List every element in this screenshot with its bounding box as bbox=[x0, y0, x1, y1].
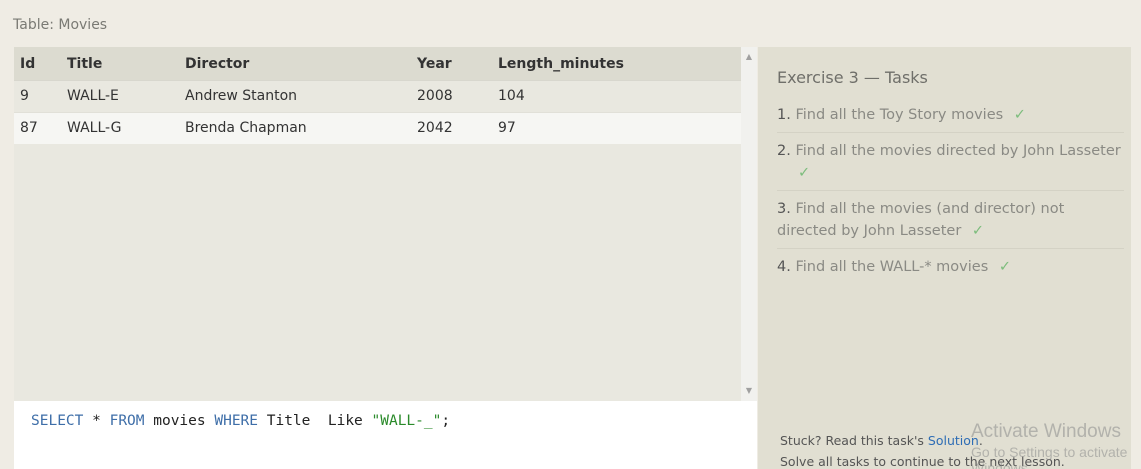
stuck-hint: Stuck? Read this task's Solution. bbox=[780, 433, 983, 448]
check-icon: ✓ bbox=[1013, 107, 1026, 123]
sql-keyword: FROM bbox=[109, 413, 145, 429]
task-number: 1. bbox=[777, 107, 791, 123]
task-label: Find all the movies directed by John Las… bbox=[795, 143, 1121, 159]
cell-year: 2008 bbox=[417, 79, 498, 112]
sql-text: movies bbox=[144, 413, 215, 429]
stuck-prefix: Stuck? Read this task's bbox=[780, 433, 928, 448]
cell-length-minutes: 97 bbox=[498, 111, 741, 144]
table-caption: Table: Movies bbox=[13, 17, 108, 33]
scroll-up-arrow-icon[interactable]: ▲ bbox=[741, 49, 757, 65]
task-number: 4. bbox=[777, 259, 791, 275]
sql-keyword: WHERE bbox=[214, 413, 259, 429]
cell-director: Andrew Stanton bbox=[185, 79, 417, 112]
cell-id: 9 bbox=[14, 79, 67, 112]
task-number: 3. bbox=[777, 201, 791, 217]
results-table-panel: Id Title Director Year Length_minutes 9 … bbox=[14, 47, 757, 401]
table-scrollbar[interactable]: ▲ ▼ bbox=[741, 47, 757, 401]
results-table: Id Title Director Year Length_minutes 9 … bbox=[14, 47, 741, 144]
sql-query-text[interactable]: SELECT * FROM movies WHERE Title Like "W… bbox=[31, 413, 450, 429]
task-item: 1. Find all the Toy Story movies ✓ bbox=[777, 101, 1124, 133]
check-icon: ✓ bbox=[798, 165, 811, 181]
scroll-down-arrow-icon[interactable]: ▼ bbox=[741, 383, 757, 399]
tasks-panel: Exercise 3 — Tasks 1. Find all the Toy S… bbox=[758, 47, 1131, 469]
column-header-id: Id bbox=[14, 47, 67, 80]
cell-title: WALL-G bbox=[67, 111, 185, 144]
table-row: 9 WALL-E Andrew Stanton 2008 104 bbox=[14, 79, 741, 112]
table-row: 87 WALL-G Brenda Chapman 2042 97 bbox=[14, 111, 741, 144]
column-header-length-minutes: Length_minutes bbox=[498, 47, 741, 80]
task-number: 2. bbox=[777, 143, 791, 159]
check-icon: ✓ bbox=[998, 259, 1012, 275]
task-item: 4. Find all the WALL-* movies ✓ bbox=[777, 253, 1124, 284]
cell-length-minutes: 104 bbox=[498, 79, 741, 112]
sql-string: "WALL-_" bbox=[371, 413, 442, 429]
activate-windows-watermark: Activate Windows Go to Settings to activ… bbox=[971, 421, 1141, 469]
sql-text: * bbox=[83, 413, 110, 429]
task-label: Find all the WALL-* movies bbox=[795, 259, 989, 275]
watermark-subtitle: Go to Settings to activate Windows. bbox=[971, 444, 1128, 469]
sql-keyword: SELECT bbox=[31, 413, 84, 429]
watermark-title: Activate Windows bbox=[971, 421, 1121, 442]
column-header-year: Year bbox=[417, 47, 498, 80]
task-label: Find all the movies (and director) not d… bbox=[777, 201, 1065, 239]
tasks-title: Exercise 3 — Tasks bbox=[777, 68, 928, 87]
cell-id: 87 bbox=[14, 111, 67, 144]
task-item: 3. Find all the movies (and director) no… bbox=[777, 195, 1124, 249]
task-item: 2. Find all the movies directed by John … bbox=[777, 137, 1124, 191]
task-label: Find all the Toy Story movies bbox=[795, 107, 1004, 123]
task-list: 1. Find all the Toy Story movies ✓ 2. Fi… bbox=[777, 101, 1124, 288]
cell-title: WALL-E bbox=[67, 79, 185, 112]
column-header-director: Director bbox=[185, 47, 417, 80]
sql-text: ; bbox=[441, 413, 451, 429]
sql-text: Title Like bbox=[258, 413, 372, 429]
sql-editor[interactable]: SELECT * FROM movies WHERE Title Like "W… bbox=[14, 401, 757, 469]
check-icon: ✓ bbox=[971, 223, 985, 239]
table-header-row: Id Title Director Year Length_minutes bbox=[14, 47, 741, 80]
cell-director: Brenda Chapman bbox=[185, 111, 417, 144]
column-header-title: Title bbox=[67, 47, 185, 80]
cell-year: 2042 bbox=[417, 111, 498, 144]
